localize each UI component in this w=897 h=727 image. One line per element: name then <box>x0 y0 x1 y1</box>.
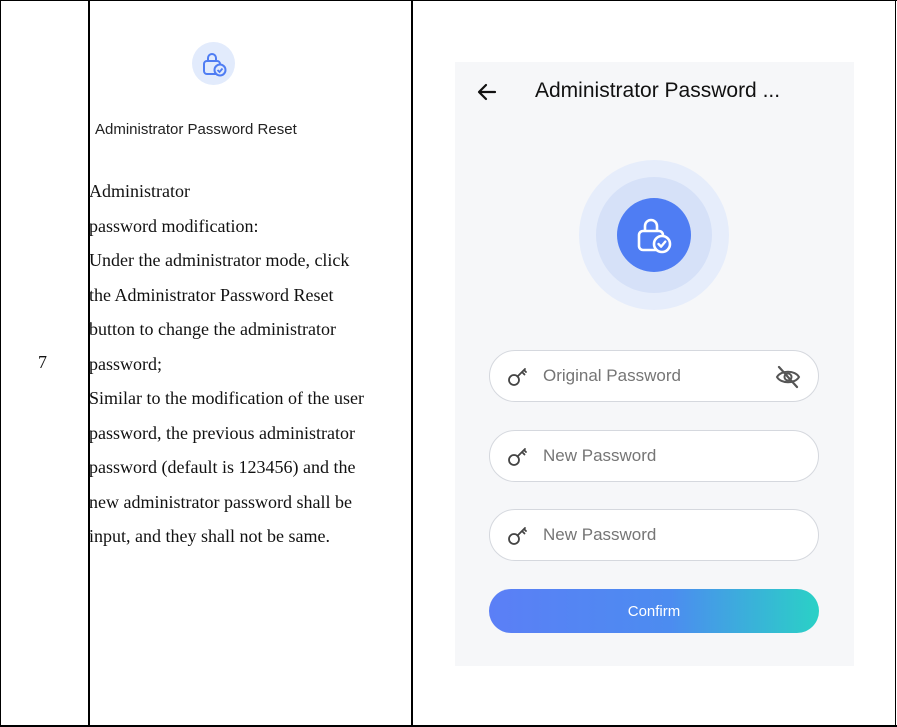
original-password-field[interactable] <box>489 350 819 402</box>
new-password-input[interactable] <box>543 446 763 466</box>
description-line: password, the previous administrator <box>89 422 355 443</box>
description-line: password; <box>89 353 162 374</box>
description-line: password (default is 123456) and the <box>89 457 356 477</box>
table-left-border <box>0 0 1 727</box>
description-line: input, and they shall not be same. <box>89 526 330 546</box>
lock-check-icon <box>617 198 691 272</box>
table-right-border <box>895 0 896 727</box>
description-text: Administrator password modification: Und… <box>89 174 415 554</box>
new-password-field[interactable] <box>489 430 819 482</box>
key-icon <box>506 365 530 389</box>
confirm-new-password-input[interactable] <box>543 525 763 545</box>
description-line: password modification: <box>89 215 259 236</box>
screen-title: Administrator Password ... <box>535 79 781 102</box>
description-line: Similar to the modification of the user <box>89 388 364 408</box>
confirm-button[interactable]: Confirm <box>489 589 819 633</box>
description-line: button to change the administrator <box>89 319 336 339</box>
icon-caption: Administrator Password Reset <box>95 121 297 138</box>
table-top-border <box>0 0 897 1</box>
eye-off-icon[interactable] <box>774 364 802 390</box>
arrow-left-icon[interactable] <box>475 80 499 104</box>
app-screen: Administrator Password ... Confirm <box>455 62 854 666</box>
lock-check-icon <box>192 42 235 85</box>
original-password-input[interactable] <box>543 366 763 386</box>
document-table: 7 Administrator Password Reset Administr… <box>0 0 897 727</box>
description-line: new administrator password shall be <box>89 491 352 512</box>
row-number: 7 <box>38 352 47 372</box>
description-line: the Administrator Password Reset <box>89 284 334 305</box>
description-line: Administrator <box>89 181 190 201</box>
key-icon <box>506 445 530 469</box>
description-line: Under the administrator mode, click <box>89 250 350 270</box>
confirm-new-password-field[interactable] <box>489 509 819 561</box>
key-icon <box>506 524 530 548</box>
